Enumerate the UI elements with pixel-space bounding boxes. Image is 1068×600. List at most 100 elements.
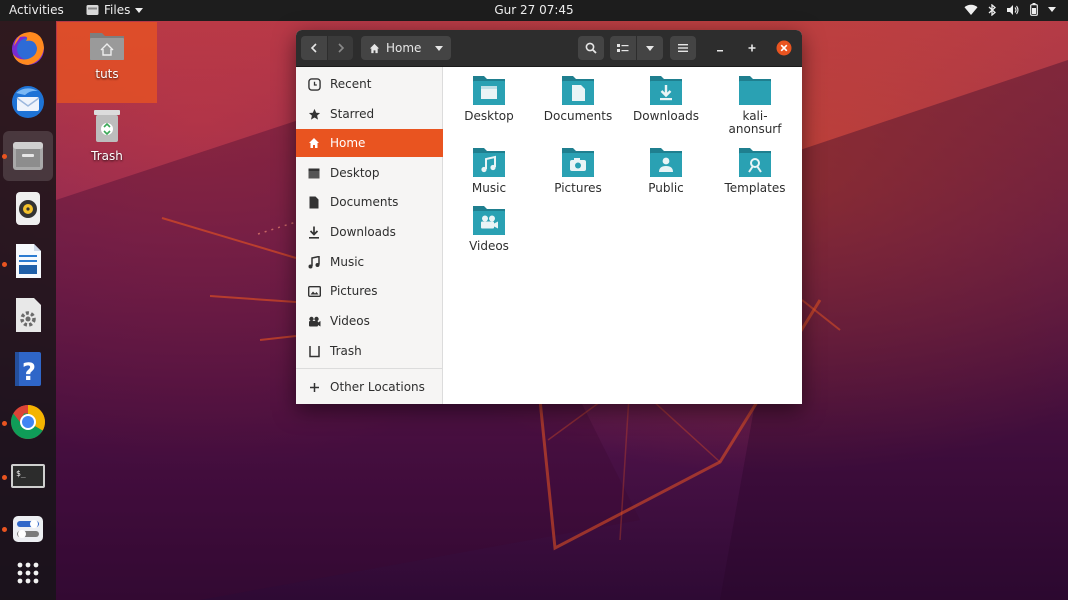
- back-button[interactable]: [301, 36, 327, 60]
- volume-icon: [1007, 4, 1019, 15]
- file-label: Desktop: [464, 109, 514, 123]
- trash-icon: [94, 110, 120, 142]
- dock-rhythmbox[interactable]: [8, 188, 48, 228]
- sidebar-item-pictures[interactable]: Pictures: [296, 277, 443, 305]
- help-icon: ?: [15, 352, 41, 386]
- file-item-public[interactable]: Public: [622, 145, 710, 195]
- nav-buttons: [301, 36, 353, 60]
- app-menu-label: Files: [104, 3, 131, 17]
- minimize-button[interactable]: [708, 36, 732, 60]
- svg-text:?: ?: [22, 358, 36, 386]
- file-item-kali-anonsurf[interactable]: kali- anonsurf: [711, 73, 799, 136]
- chevron-right-icon: [337, 43, 344, 53]
- file-item-documents[interactable]: Documents: [534, 73, 622, 123]
- forward-button[interactable]: [328, 36, 353, 60]
- running-indicator: [2, 154, 7, 159]
- thunderbird-icon: [12, 86, 44, 118]
- folder-desktop-icon: [473, 76, 505, 105]
- file-label: Videos: [469, 239, 509, 253]
- bluetooth-icon: [988, 3, 996, 16]
- folder-music-icon: [473, 148, 505, 177]
- dock-chrome[interactable]: [8, 402, 48, 442]
- maximize-button[interactable]: [740, 36, 764, 60]
- file-view: Desktop Documents Downloads kali- anonsu…: [443, 67, 802, 404]
- sidebar-item-label: Music: [330, 255, 365, 269]
- show-applications-button[interactable]: [8, 553, 48, 593]
- sidebar-item-other-locations[interactable]: Other Locations: [296, 373, 443, 401]
- file-item-desktop[interactable]: Desktop: [445, 73, 533, 123]
- file-item-templates[interactable]: Templates: [711, 145, 799, 195]
- file-item-pictures[interactable]: Pictures: [534, 145, 622, 195]
- sidebar-item-downloads[interactable]: Downloads: [296, 218, 443, 246]
- folder-templates-icon: [739, 148, 771, 177]
- sidebar-item-starred[interactable]: Starred: [296, 100, 443, 128]
- sidebar-item-recent[interactable]: Recent: [296, 70, 443, 98]
- sidebar-item-videos[interactable]: Videos: [296, 307, 443, 335]
- file-label: Music: [471, 181, 507, 195]
- document-icon: [309, 196, 319, 208]
- main-menu-button[interactable]: [670, 36, 696, 60]
- running-indicator: [2, 421, 7, 426]
- star-icon: [308, 108, 320, 120]
- files-window: Home Recent Starred Home Desktop Documen…: [296, 30, 802, 404]
- path-bar-home[interactable]: Home: [361, 36, 451, 60]
- desktop-icon-trash[interactable]: Trash: [57, 108, 157, 163]
- battery-icon: [1030, 3, 1038, 16]
- system-tray[interactable]: [964, 3, 1056, 16]
- file-item-downloads[interactable]: Downloads: [622, 73, 710, 123]
- terminal-icon: $_: [11, 464, 45, 488]
- music-icon: [308, 255, 320, 268]
- dock-files[interactable]: [3, 131, 53, 181]
- list-view-icon: [617, 44, 629, 52]
- sidebar-item-label: Documents: [330, 195, 399, 209]
- path-label: Home: [386, 41, 422, 55]
- dock-writer[interactable]: [8, 241, 48, 281]
- close-button[interactable]: [772, 36, 796, 60]
- top-bar: Activities Files Gur 27 07:45: [0, 0, 1068, 21]
- dock-settings[interactable]: [8, 509, 48, 549]
- sidebar-item-label: Other Locations: [330, 380, 425, 394]
- activities-button[interactable]: Activities: [9, 3, 64, 17]
- sidebar-divider: [296, 368, 443, 369]
- file-label: Pictures: [554, 181, 602, 195]
- view-options-button[interactable]: [637, 36, 663, 60]
- chevron-left-icon: [310, 43, 317, 53]
- svg-text:$_: $_: [16, 469, 26, 478]
- search-button[interactable]: [578, 36, 604, 60]
- app-menu[interactable]: Files: [86, 3, 144, 17]
- clock[interactable]: Gur 27 07:45: [494, 3, 573, 17]
- sidebar-item-documents[interactable]: Documents: [296, 188, 443, 216]
- path-menu-chevron-icon: [435, 46, 443, 51]
- file-item-videos[interactable]: Videos: [445, 203, 533, 253]
- sidebar-item-home[interactable]: Home: [296, 129, 443, 157]
- file-label: Templates: [724, 181, 786, 195]
- file-label-line: anonsurf: [728, 122, 782, 136]
- sidebar-item-desktop[interactable]: Desktop: [296, 159, 443, 187]
- dock-firefox[interactable]: [8, 28, 48, 68]
- sidebar-item-music[interactable]: Music: [296, 248, 443, 276]
- dock: ? $_: [0, 21, 56, 600]
- running-indicator: [2, 262, 7, 267]
- file-item-music[interactable]: Music: [445, 145, 533, 195]
- folder-downloads-icon: [650, 76, 682, 105]
- running-indicator: [2, 527, 7, 532]
- file-label: Downloads: [633, 109, 699, 123]
- folder-pictures-icon: [562, 148, 594, 177]
- sidebar-item-label: Starred: [330, 107, 375, 121]
- dock-terminal[interactable]: $_: [8, 456, 48, 496]
- dock-software[interactable]: [8, 295, 48, 335]
- view-toggle-button[interactable]: [610, 36, 636, 60]
- sidebar-item-label: Pictures: [330, 284, 378, 298]
- dock-thunderbird[interactable]: [8, 81, 48, 121]
- desktop-icon: [308, 168, 320, 178]
- rhythmbox-icon: [16, 192, 40, 225]
- sidebar-item-trash[interactable]: Trash: [296, 337, 443, 365]
- software-icon: [16, 298, 41, 332]
- dock-help[interactable]: ?: [8, 349, 48, 389]
- home-folder-icon: [90, 33, 124, 60]
- desktop-icon-tuts[interactable]: tuts: [57, 22, 157, 103]
- desktop-icon-label: Trash: [91, 149, 123, 163]
- sidebar-item-label: Home: [330, 136, 366, 150]
- sidebar-item-label: Recent: [330, 77, 372, 91]
- sidebar-item-label: Downloads: [330, 225, 396, 239]
